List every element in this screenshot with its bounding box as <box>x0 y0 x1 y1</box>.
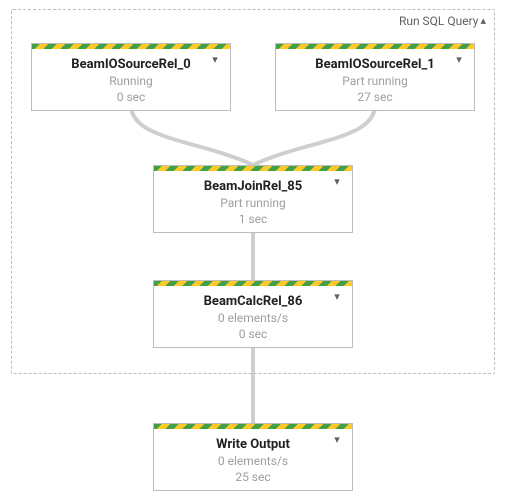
node-beam-io-source-rel-0[interactable]: BeamIOSourceRel_0 Running 0 sec ▾ <box>31 43 231 111</box>
node-beam-io-source-rel-1[interactable]: BeamIOSourceRel_1 Part running 27 sec ▾ <box>275 43 475 111</box>
node-meta: 0 sec <box>32 90 230 112</box>
group-collapse-toggle[interactable]: Run SQL Query ▴ <box>399 14 486 28</box>
chevron-down-icon[interactable]: ▾ <box>331 433 343 445</box>
chevron-up-icon: ▴ <box>480 14 486 27</box>
node-title: Write Output <box>154 429 352 452</box>
pipeline-canvas: Run SQL Query ▴ BeamIOSourceRel_0 Runnin… <box>0 0 506 500</box>
node-meta: 1 sec <box>154 212 352 234</box>
node-beam-calc-rel-86[interactable]: BeamCalcRel_86 0 elements/s 0 sec ▾ <box>153 280 353 348</box>
node-title: BeamIOSourceRel_1 <box>276 49 474 72</box>
node-status: 0 elements/s <box>154 311 352 325</box>
node-status: Running <box>32 74 230 88</box>
group-label-text: Run SQL Query <box>399 14 479 28</box>
chevron-down-icon[interactable]: ▾ <box>209 53 221 65</box>
chevron-down-icon[interactable]: ▾ <box>331 175 343 187</box>
chevron-down-icon[interactable]: ▾ <box>331 290 343 302</box>
node-title: BeamJoinRel_85 <box>154 171 352 194</box>
node-title: BeamIOSourceRel_0 <box>32 49 230 72</box>
node-beam-join-rel-85[interactable]: BeamJoinRel_85 Part running 1 sec ▾ <box>153 165 353 233</box>
node-status: Part running <box>276 74 474 88</box>
chevron-down-icon[interactable]: ▾ <box>453 53 465 65</box>
node-status: Part running <box>154 196 352 210</box>
node-meta: 27 sec <box>276 90 474 112</box>
node-title: BeamCalcRel_86 <box>154 286 352 309</box>
node-meta: 0 sec <box>154 327 352 349</box>
node-write-output[interactable]: Write Output 0 elements/s 25 sec ▾ <box>153 423 353 491</box>
node-status: 0 elements/s <box>154 454 352 468</box>
node-meta: 25 sec <box>154 470 352 492</box>
